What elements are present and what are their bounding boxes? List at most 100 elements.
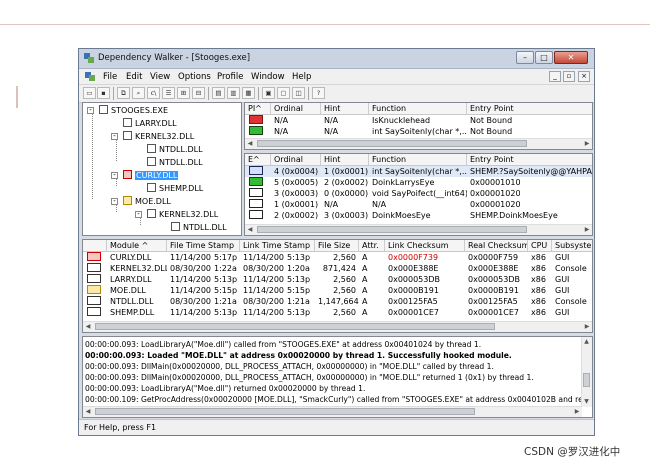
split-icon[interactable]: ◫ [292,87,305,99]
collapse-toggle[interactable]: - [111,133,118,140]
column-header[interactable]: Hint [321,154,369,165]
table-row[interactable]: CURLY.DLL 11/14/2006 5:17p 11/14/2006 5:… [83,252,592,263]
find-icon[interactable]: ⌕ [132,87,145,99]
collapse-toggle[interactable]: - [135,211,142,218]
menu-window[interactable]: Window [251,72,285,82]
column-header[interactable]: Subsyste [552,240,592,251]
table-cell: 2,560 [333,286,356,295]
module-list-pane[interactable]: Module ^ File Time Stamp Link Time Stamp… [82,239,593,333]
scroll-up-icon[interactable]: ▲ [582,337,591,347]
column-header[interactable]: Attr. [359,240,385,251]
config-icon[interactable]: ▥ [227,87,240,99]
tile-icon[interactable]: ▣ [262,87,275,99]
collapse-icon[interactable]: ⊟ [192,87,205,99]
maximize-button[interactable]: □ [535,51,553,64]
horizontal-scrollbar[interactable]: ◀ ▶ [83,406,582,417]
scroll-thumb[interactable] [257,140,527,147]
table-row[interactable]: LARRY.DLL 11/14/2006 5:13p 11/14/2006 5:… [83,274,592,285]
table-cell: 11/14/2006 [170,308,211,317]
scroll-right-icon[interactable]: ▶ [582,139,592,148]
collapse-toggle[interactable]: - [111,172,118,179]
save-icon[interactable]: ▪ [97,87,110,99]
scroll-right-icon[interactable]: ▶ [582,322,592,331]
table-row[interactable]: 2 (0x0002) 3 (0x0003) DoinkMoesEye SHEMP… [245,210,592,221]
menu-help[interactable]: Help [292,72,311,82]
log-pane[interactable]: 00:00:00.093: LoadLibraryA("Moe.dll") ca… [82,336,593,418]
scroll-left-icon[interactable]: ◀ [245,139,255,148]
scroll-thumb[interactable] [257,226,527,233]
column-header[interactable]: Entry Point [467,154,592,165]
table-row[interactable]: SHEMP.DLL 11/14/2006 5:13p 11/14/2006 5:… [83,307,592,318]
fullpath-icon[interactable]: ☰ [162,87,175,99]
column-header[interactable]: Ordinal [271,154,321,165]
tree-line [92,111,93,199]
column-header[interactable] [83,240,107,251]
column-header[interactable]: Function [369,103,467,114]
cascade-icon[interactable]: ▢ [277,87,290,99]
column-header[interactable]: Link Checksum [385,240,465,251]
scroll-thumb[interactable] [583,373,590,387]
scroll-down-icon[interactable]: ▼ [582,397,591,407]
column-header[interactable]: E^ [245,154,271,165]
autoexpand-icon[interactable]: ⊞ [177,87,190,99]
close-button[interactable]: ✕ [554,51,588,64]
menu-view[interactable]: View [150,72,170,82]
menu-edit[interactable]: Edit [126,72,142,82]
scroll-left-icon[interactable]: ◀ [245,225,255,234]
table-cell: GUI [555,275,570,284]
column-header[interactable]: Real Checksum [465,240,528,251]
copy-icon[interactable]: ⧉ [117,87,130,99]
properties-icon[interactable]: ▦ [242,87,255,99]
horizontal-scrollbar[interactable]: ◀ ▶ [83,321,592,332]
scroll-left-icon[interactable]: ◀ [83,322,93,331]
table-row[interactable]: 3 (0x0003) 0 (0x0000) void SayPoifect(__… [245,188,592,199]
scroll-right-icon[interactable]: ▶ [572,407,582,416]
horizontal-scrollbar[interactable]: ◀ ▶ [245,224,592,235]
table-row[interactable]: NTDLL.DLL 08/30/2006 1:21a 08/30/2006 1:… [83,296,592,307]
module-tree-pane[interactable]: - STOOGES.EXE LARRY.DLL - KERNEL32.DLL N… [82,102,242,236]
view-icon[interactable]: ▤ [212,87,225,99]
table-row[interactable]: 4 (0x0004) 1 (0x0001) int SaySoitenly(ch… [245,166,592,177]
column-header[interactable]: File Size [315,240,359,251]
column-header[interactable]: CPU [528,240,552,251]
scroll-left-icon[interactable]: ◀ [83,407,93,416]
column-header[interactable]: Hint [321,103,369,114]
help-icon[interactable]: ? [312,87,325,99]
table-cell: GUI [555,253,570,262]
table-row[interactable]: N/A N/A IsKnucklehead Not Bound [245,115,592,126]
menu-options[interactable]: Options [178,72,211,82]
scroll-thumb[interactable] [95,323,495,330]
menu-file[interactable]: File [103,72,117,82]
table-cell: 2,560 [333,253,356,262]
table-row[interactable]: KERNEL32.DLL 08/30/2006 1:22a 08/30/2006… [83,263,592,274]
table-row[interactable]: MOE.DLL 11/14/2006 5:15p 11/14/2006 5:15… [83,285,592,296]
open-icon[interactable]: ▭ [83,87,96,99]
menu-profile[interactable]: Profile [217,72,243,82]
scroll-thumb[interactable] [95,408,475,415]
exports-pane[interactable]: E^ Ordinal Hint Function Entry Point 4 (… [244,153,593,236]
table-cell: SHEMP.DLL [110,308,155,317]
horizontal-scrollbar[interactable]: ◀ ▶ [245,138,592,149]
column-header[interactable]: Link Time Stamp [240,240,315,251]
mdi-minimize-button[interactable]: _ [549,71,561,82]
column-header[interactable]: Ordinal [271,103,321,114]
vertical-scrollbar[interactable]: ▲ ▼ [581,337,592,407]
table-row[interactable]: N/A N/A int SaySoitenly(char *,...) Not … [245,126,592,137]
title-bar[interactable]: Dependency Walker - [Stooges.exe] – □ ✕ [79,49,594,69]
column-header[interactable]: File Time Stamp [167,240,240,251]
mdi-close-button[interactable]: × [578,71,590,82]
column-header[interactable]: Function [369,154,467,165]
document-icon[interactable] [85,72,95,81]
column-header[interactable]: Entry Point [467,103,592,114]
collapse-toggle[interactable]: - [87,107,94,114]
minimize-button[interactable]: – [516,51,534,64]
mdi-restore-button[interactable]: ▫ [563,71,575,82]
undecorate-icon[interactable]: c\ [147,87,160,99]
imports-pane[interactable]: PI^ Ordinal Hint Function Entry Point N/… [244,102,593,150]
table-row[interactable]: 1 (0x0001) N/A N/A 0x00001020 [245,199,592,210]
collapse-toggle[interactable]: - [111,198,118,205]
column-header[interactable]: PI^ [245,103,271,114]
column-header[interactable]: Module ^ [107,240,167,251]
table-row[interactable]: 5 (0x0005) 2 (0x0002) DoinkLarrysEye 0x0… [245,177,592,188]
scroll-right-icon[interactable]: ▶ [582,225,592,234]
